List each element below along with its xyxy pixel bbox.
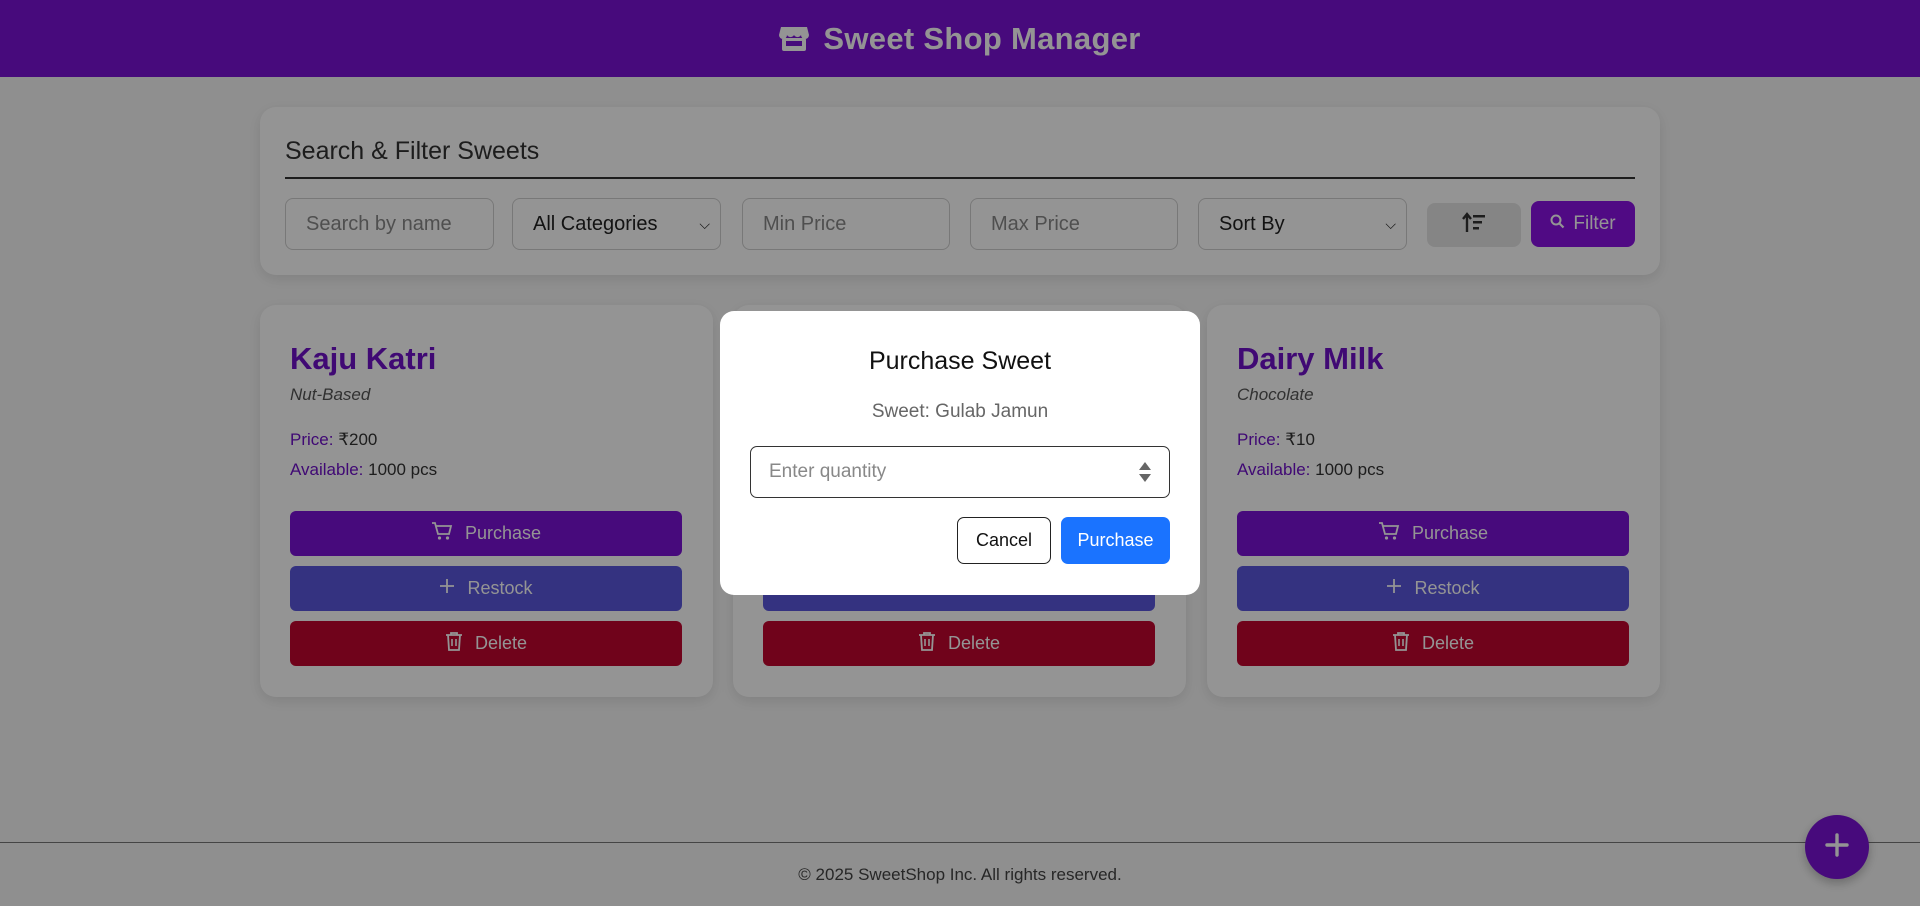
purchase-modal: Purchase Sweet Sweet: Gulab Jamun Enter …: [720, 311, 1200, 595]
modal-subtitle: Sweet: Gulab Jamun: [871, 401, 1049, 422]
quantity-input[interactable]: Enter quantity: [750, 446, 1170, 498]
stepper-down-icon[interactable]: [1139, 474, 1151, 482]
quantity-stepper[interactable]: [1139, 462, 1151, 482]
stepper-up-icon[interactable]: [1139, 462, 1151, 470]
modal-title: Purchase Sweet: [868, 347, 1052, 375]
confirm-purchase-button[interactable]: Purchase: [1061, 517, 1170, 564]
cancel-button[interactable]: Cancel: [957, 517, 1051, 564]
quantity-input-placeholder: Enter quantity: [769, 461, 887, 482]
